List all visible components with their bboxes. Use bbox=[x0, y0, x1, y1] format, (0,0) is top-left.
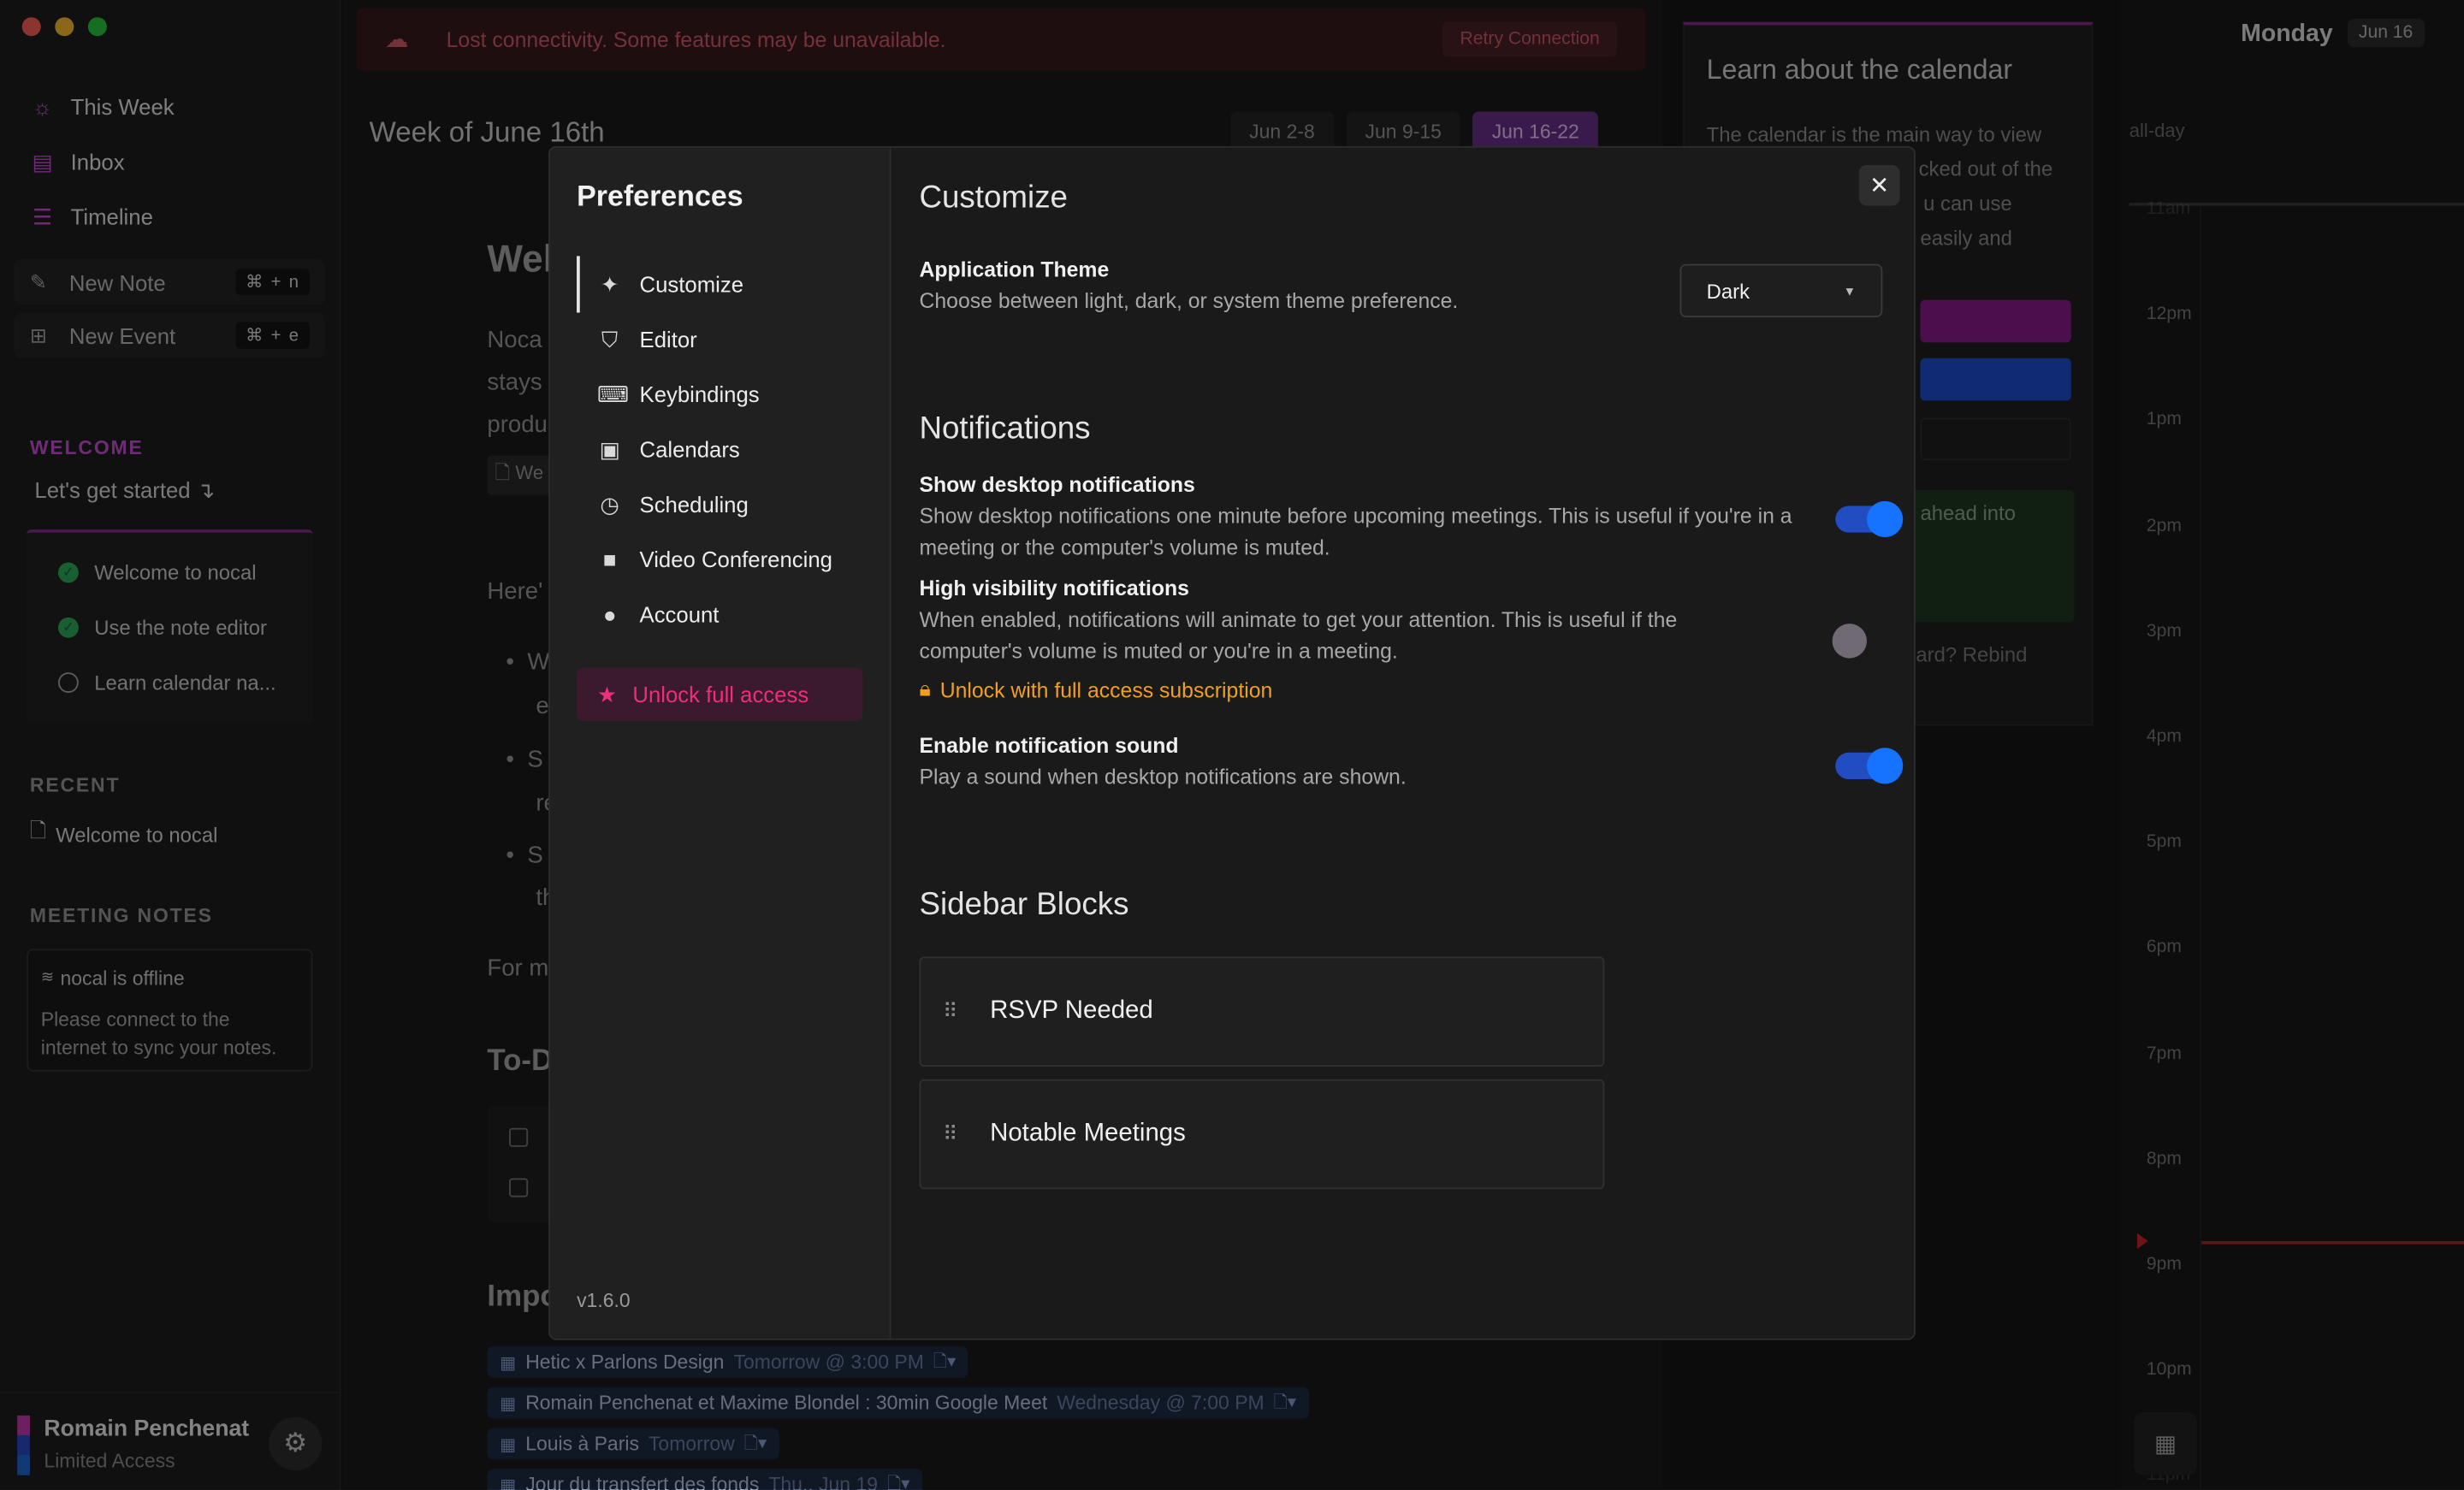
theme-select-value: Dark bbox=[1706, 279, 1750, 303]
notification-sound-toggle[interactable] bbox=[1835, 748, 1904, 784]
sparkle-icon: ✦ bbox=[600, 270, 619, 297]
pref-nav-keybindings[interactable]: ⌨ Keybindings bbox=[577, 366, 862, 423]
drag-handle-icon[interactable]: ⠿ bbox=[943, 1121, 962, 1146]
theme-option-title: Application Theme bbox=[919, 257, 1110, 281]
video-icon: ■ bbox=[602, 547, 617, 572]
sidebar-block-item[interactable]: ⠿ RSVP Needed bbox=[919, 956, 1605, 1067]
drag-handle-icon[interactable]: ⠿ bbox=[943, 999, 962, 1024]
pref-nav-video-conferencing[interactable]: ■ Video Conferencing bbox=[577, 531, 862, 588]
pref-nav-calendars[interactable]: ▣ Calendars bbox=[577, 421, 862, 477]
notification-sound-title: Enable notification sound bbox=[919, 733, 1179, 758]
pref-nav-scheduling[interactable]: ◷ Scheduling bbox=[577, 476, 862, 533]
pref-nav-label: Account bbox=[639, 601, 720, 627]
theme-select[interactable]: Dark ▼ bbox=[1679, 263, 1883, 318]
unlock-subscription-link[interactable]: 🔒︎ Unlock with full access subscription bbox=[919, 677, 1272, 702]
sidebar-block-label: Notable Meetings bbox=[990, 1120, 1186, 1147]
pref-nav-label: Calendars bbox=[639, 436, 740, 462]
notification-sound-desc: Play a sound when desktop notifications … bbox=[919, 765, 1407, 789]
pref-nav-customize[interactable]: ✦ Customize bbox=[577, 256, 862, 313]
clock-icon: ◷ bbox=[600, 490, 619, 517]
unlock-label: Unlock full access bbox=[632, 682, 809, 707]
pref-nav-label: Scheduling bbox=[639, 491, 749, 517]
pref-nav-label: Keybindings bbox=[639, 381, 760, 407]
desktop-notifications-desc: Show desktop notifications one minute be… bbox=[919, 504, 1792, 559]
sidebar-block-item[interactable]: ⠿ Notable Meetings bbox=[919, 1079, 1605, 1190]
user-icon: ● bbox=[602, 601, 617, 627]
sidebar-block-label: RSVP Needed bbox=[990, 997, 1153, 1025]
section-heading-notifications: Notifications bbox=[919, 411, 1091, 446]
unlock-full-access-button[interactable]: ★ Unlock full access bbox=[577, 667, 863, 722]
high-visibility-title: High visibility notifications bbox=[919, 576, 1189, 600]
unlock-subscription-label: Unlock with full access subscription bbox=[939, 677, 1273, 702]
pref-nav-label: Editor bbox=[639, 327, 697, 352]
desktop-notifications-title: Show desktop notifications bbox=[919, 472, 1195, 497]
chevron-down-icon: ▼ bbox=[1843, 283, 1857, 299]
toggle-knob bbox=[1866, 748, 1904, 784]
section-heading-customize: Customize bbox=[919, 180, 1069, 216]
toggle-knob bbox=[1832, 624, 1867, 659]
app-version: v1.6.0 bbox=[577, 1289, 631, 1312]
preferences-content: ✕ Customize Application Theme Choose bet… bbox=[892, 148, 1914, 1339]
calendar-icon: ▣ bbox=[599, 435, 620, 462]
pref-nav-label: Video Conferencing bbox=[639, 547, 832, 572]
pref-nav-editor[interactable]: ⛉ Editor bbox=[577, 311, 862, 368]
star-icon: ★ bbox=[596, 681, 618, 707]
high-visibility-desc: When enabled, notifications will animate… bbox=[919, 607, 1678, 664]
desktop-notifications-toggle[interactable] bbox=[1835, 500, 1904, 538]
close-button[interactable]: ✕ bbox=[1858, 164, 1900, 206]
close-icon: ✕ bbox=[1869, 173, 1890, 200]
toggle-knob bbox=[1866, 500, 1904, 538]
stamp-icon: ⛉ bbox=[601, 326, 619, 352]
preferences-title: Preferences bbox=[577, 179, 743, 212]
pref-nav-account[interactable]: ● Account bbox=[577, 586, 862, 642]
preferences-sidebar: Preferences ✦ Customize ⛉ Editor ⌨ Keybi… bbox=[549, 147, 891, 1339]
pref-nav-label: Customize bbox=[639, 271, 744, 298]
keyboard-icon: ⌨ bbox=[596, 381, 630, 406]
high-visibility-toggle[interactable] bbox=[1832, 624, 1899, 659]
preferences-modal: Preferences ✦ Customize ⛉ Editor ⌨ Keybi… bbox=[548, 145, 1916, 1340]
section-heading-sidebar-blocks: Sidebar Blocks bbox=[919, 887, 1129, 923]
lock-icon: 🔒︎ bbox=[919, 677, 931, 701]
